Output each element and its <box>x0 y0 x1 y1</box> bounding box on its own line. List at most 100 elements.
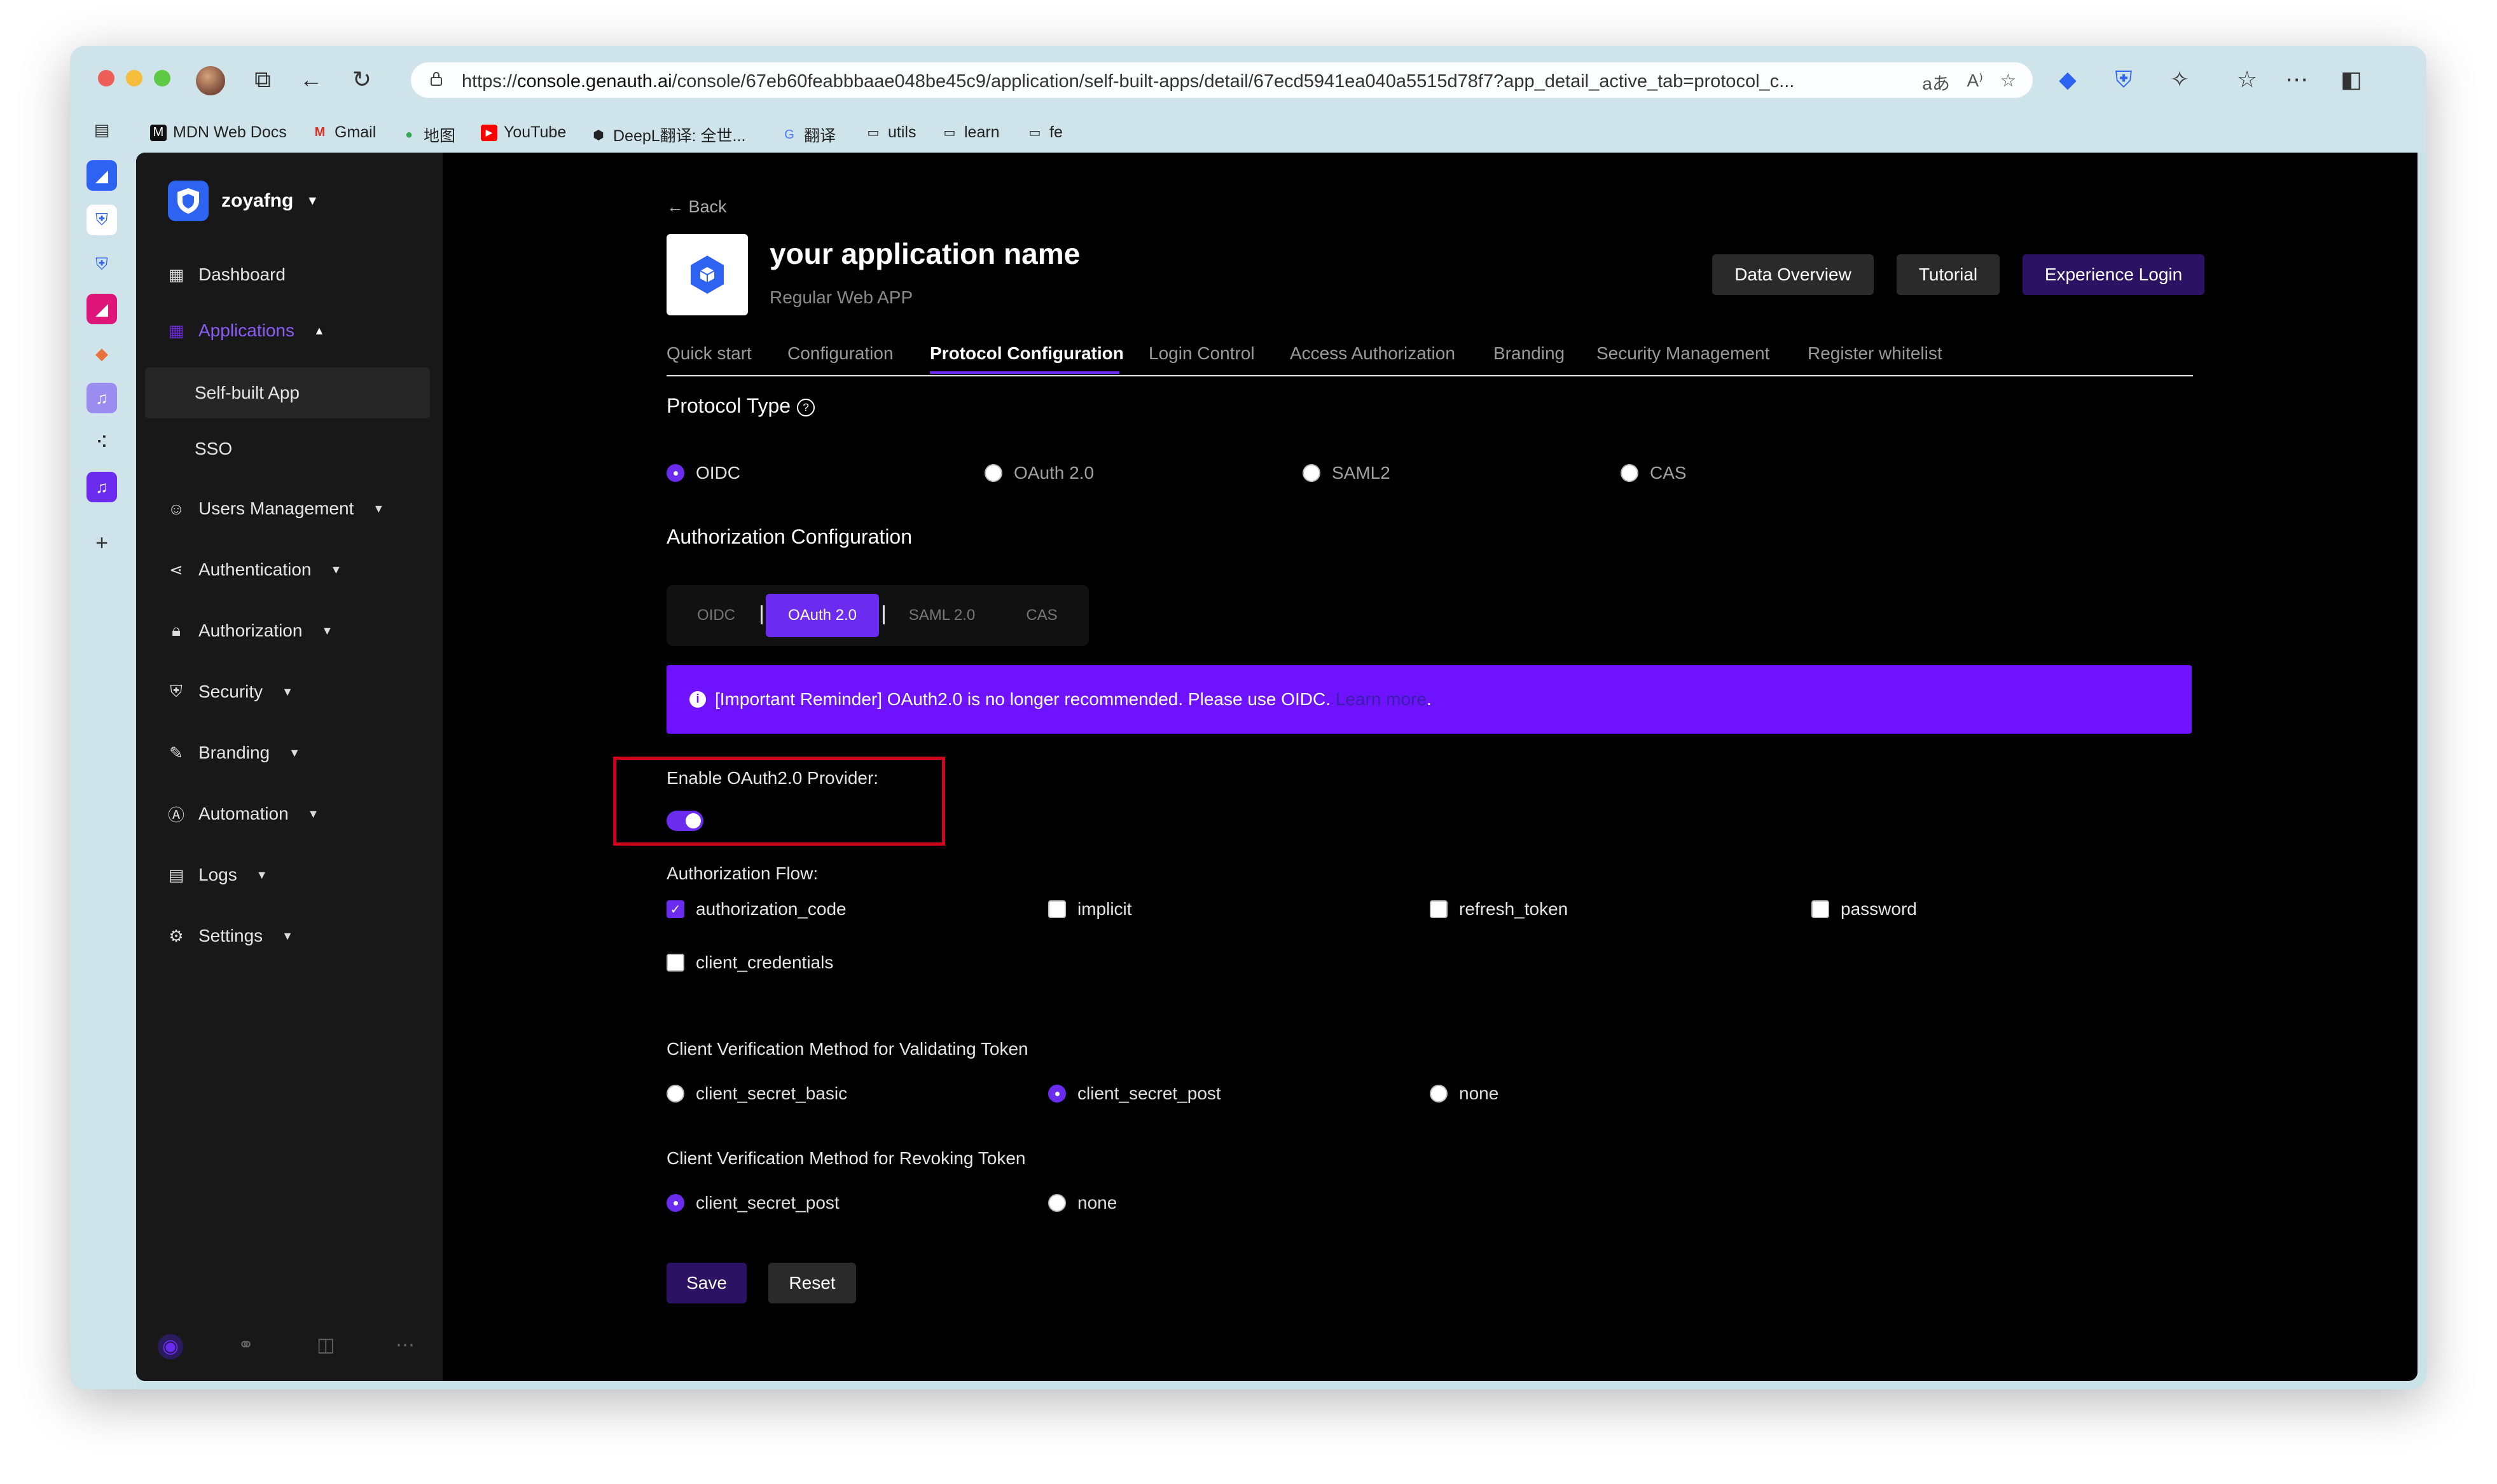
sidebar-toggle-icon[interactable]: ◧ <box>2337 65 2366 94</box>
tab-favicon-8[interactable]: ♫ <box>86 472 117 502</box>
sidebar-item-users-management[interactable]: ☺ Users Management ▼ <box>167 498 384 519</box>
sidebar-item-authentication[interactable]: ⋖ Authentication ▼ <box>167 560 342 580</box>
maximize-window-button[interactable] <box>154 70 170 86</box>
chevron-down-icon: ▼ <box>321 624 333 637</box>
bookmark-deepl[interactable]: ⬢ DeepL翻译: 全世... <box>590 123 745 146</box>
segment-cas[interactable]: CAS <box>1004 594 1080 637</box>
reset-button[interactable]: Reset <box>768 1263 856 1303</box>
bookmark-youtube[interactable]: ▶ YouTube <box>481 123 566 142</box>
tab-favicon-6[interactable]: ♫ <box>86 383 117 413</box>
chevron-down-icon: ▼ <box>330 563 342 576</box>
extensions-puzzle-icon[interactable]: ✧ <box>2165 65 2194 94</box>
tab-favicon-2[interactable]: ⛨ <box>86 205 117 235</box>
bookmark-folder-utils[interactable]: ▭ utils <box>865 123 916 142</box>
checkbox-box <box>1430 900 1448 918</box>
sidebar-item-security[interactable]: ⛨ Security ▼ <box>167 682 293 702</box>
book-icon[interactable]: ◫ <box>317 1334 335 1356</box>
flow-checkbox-implicit[interactable]: implicit <box>1048 899 1132 919</box>
back-link[interactable]: ← Back <box>667 197 727 217</box>
sidebar-item-branding[interactable]: ✎ Branding ▼ <box>167 743 300 763</box>
validate-radio-client-secret-post[interactable]: client_secret_post <box>1048 1083 1221 1104</box>
sidebar-item-automation[interactable]: Ⓐ Automation ▼ <box>167 804 319 825</box>
tab-protocol-configuration[interactable]: Protocol Configuration <box>930 343 1124 364</box>
extension-icon[interactable]: ◆ <box>2053 65 2082 94</box>
bot-icon[interactable]: ◉ <box>158 1334 183 1359</box>
flow-checkbox-refresh-token[interactable]: refresh_token <box>1430 899 1568 919</box>
flow-checkbox-password[interactable]: password <box>1811 899 1917 919</box>
segment-saml2[interactable]: SAML 2.0 <box>889 594 995 637</box>
address-bar[interactable]: https://console.genauth.ai/console/67eb6… <box>411 62 2033 98</box>
sidebar-item-logs[interactable]: ▤ Logs ▼ <box>167 865 268 885</box>
bookmark-translate[interactable]: G 翻译 <box>781 123 836 146</box>
bookmark-mdn[interactable]: M MDN Web Docs <box>150 123 287 142</box>
experience-login-button[interactable]: Experience Login <box>2023 254 2204 295</box>
validate-radio-none[interactable]: none <box>1430 1083 1498 1104</box>
favorites-icon[interactable]: ☆ <box>2232 65 2262 94</box>
sidebar-item-self-built-app[interactable]: Self-built App <box>145 368 430 418</box>
tab-favicon-7[interactable]: ⠪ <box>86 427 117 458</box>
bookmark-folder-learn[interactable]: ▭ learn <box>941 123 1000 142</box>
read-aloud-icon[interactable]: A⁾ <box>1967 70 1983 91</box>
data-overview-button[interactable]: Data Overview <box>1712 254 1874 295</box>
tab-login-control[interactable]: Login Control <box>1149 343 1255 364</box>
tab-branding[interactable]: Branding <box>1493 343 1565 364</box>
sidebar-item-label: Branding <box>198 743 270 762</box>
favorite-star-icon[interactable]: ☆ <box>2000 70 2016 91</box>
tab-favicon-5[interactable]: ◆ <box>86 338 117 369</box>
segment-oidc[interactable]: OIDC <box>675 594 757 637</box>
learn-more-link[interactable]: Learn more <box>1336 689 1427 709</box>
sidebar-item-settings[interactable]: ⚙ Settings ▼ <box>167 926 293 946</box>
close-window-button[interactable] <box>98 70 114 86</box>
bookmark-maps[interactable]: ● 地图 <box>401 123 455 146</box>
tab-favicon-1[interactable]: ◢ <box>86 160 117 191</box>
checkbox-box <box>1811 900 1829 918</box>
checkbox-label: refresh_token <box>1459 899 1568 919</box>
tab-actions-icon[interactable]: ▤ <box>86 114 117 145</box>
tab-security-management[interactable]: Security Management <box>1596 343 1769 364</box>
app-type: Regular Web APP <box>770 287 913 307</box>
bookmark-folder-fe[interactable]: ▭ fe <box>1027 123 1063 142</box>
protocol-radio-saml2[interactable]: SAML2 <box>1303 463 1390 483</box>
back-arrow-icon[interactable]: ← <box>296 65 326 94</box>
tab-register-whitelist[interactable]: Register whitelist <box>1808 343 1942 364</box>
user-icon: ☺ <box>167 498 185 518</box>
save-button[interactable]: Save <box>667 1263 747 1303</box>
sidebar-item-sso[interactable]: SSO <box>145 423 430 474</box>
enable-provider-toggle[interactable] <box>667 811 703 831</box>
chevron-down-icon: ▼ <box>256 868 268 881</box>
reload-icon[interactable]: ↻ <box>347 65 377 94</box>
sidebar-item-authorization[interactable]: 🔒︎ Authorization ▼ <box>167 621 333 641</box>
protocol-radio-oidc[interactable]: OIDC <box>667 463 740 483</box>
minimize-window-button[interactable] <box>126 70 142 86</box>
org-switcher[interactable]: zoyafng ▼ <box>168 181 319 221</box>
radio-label: client_secret_post <box>696 1193 840 1213</box>
bookmark-gmail[interactable]: M Gmail <box>312 123 377 142</box>
new-tab-icon[interactable]: + <box>86 528 117 558</box>
sidebar-item-applications[interactable]: ▦ Applications ▲ <box>167 320 325 341</box>
shield-extension-icon[interactable]: ⛨ <box>2109 65 2138 94</box>
help-circle-icon[interactable]: ? <box>797 398 815 416</box>
flow-checkbox-authorization-code[interactable]: ✓ authorization_code <box>667 899 847 919</box>
radio-label: client_secret_basic <box>696 1083 848 1103</box>
flow-checkbox-client-credentials[interactable]: client_credentials <box>667 952 833 973</box>
tab-favicon-4[interactable]: ◢ <box>86 294 117 324</box>
tab-favicon-3[interactable]: ⛨ <box>86 249 117 280</box>
protocol-radio-oauth2[interactable]: OAuth 2.0 <box>985 463 1094 483</box>
revoke-radio-client-secret-post[interactable]: client_secret_post <box>667 1193 840 1213</box>
tabs-icon[interactable]: ⧉ <box>248 65 277 94</box>
tab-configuration[interactable]: Configuration <box>787 343 894 364</box>
tutorial-button[interactable]: Tutorial <box>1897 254 2000 295</box>
segment-oauth2[interactable]: OAuth 2.0 <box>766 594 879 637</box>
tab-quick-start[interactable]: Quick start <box>667 343 752 364</box>
translate-icon[interactable]: aあ <box>1922 70 1950 95</box>
profile-avatar[interactable] <box>196 66 225 95</box>
more-icon[interactable]: ⋯ <box>396 1334 415 1356</box>
sidebar-item-dashboard[interactable]: ▦ Dashboard <box>167 265 286 285</box>
cube-icon <box>691 256 724 294</box>
revoke-radio-none[interactable]: none <box>1048 1193 1117 1213</box>
more-menu-icon[interactable]: ⋯ <box>2282 65 2311 94</box>
validate-radio-client-secret-basic[interactable]: client_secret_basic <box>667 1083 847 1104</box>
protocol-radio-cas[interactable]: CAS <box>1621 463 1687 483</box>
tab-access-authorization[interactable]: Access Authorization <box>1290 343 1455 364</box>
link-icon[interactable]: ⚭ <box>238 1334 254 1356</box>
